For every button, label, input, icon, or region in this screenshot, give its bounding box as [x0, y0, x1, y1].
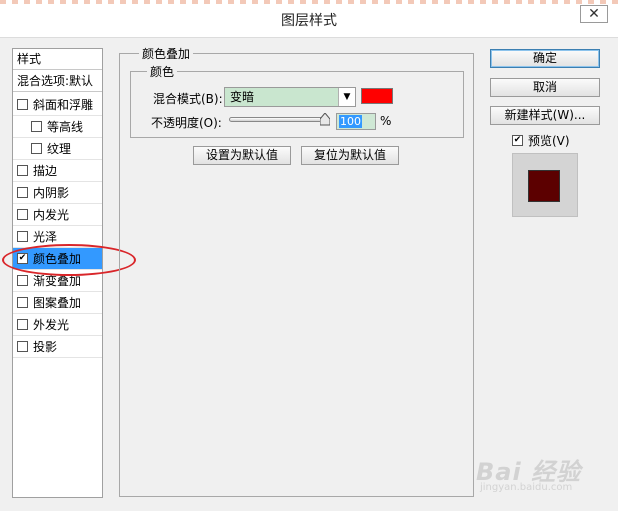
style-item-label: 光泽 — [33, 230, 58, 244]
overlay-color-swatch[interactable] — [361, 88, 393, 104]
style-item[interactable]: 内阴影 — [13, 182, 102, 204]
style-item[interactable]: 渐变叠加 — [13, 270, 102, 292]
style-item[interactable]: 外发光 — [13, 314, 102, 336]
opacity-slider[interactable] — [229, 117, 330, 122]
opacity-unit: % — [380, 114, 392, 128]
color-overlay-title: 颜色叠加 — [139, 45, 194, 62]
slider-thumb-icon[interactable] — [319, 112, 331, 126]
checkbox-icon[interactable]: ✔ — [17, 253, 28, 264]
checkbox-icon[interactable] — [17, 231, 28, 242]
style-item-label: 斜面和浮雕 — [33, 98, 94, 112]
checkbox-icon[interactable] — [17, 187, 28, 198]
close-button[interactable]: ✕ — [580, 5, 608, 23]
style-item[interactable]: ✔ 颜色叠加 — [13, 248, 102, 270]
baidu-watermark-logo: Bai 经验 jingyan.baidu.com — [476, 458, 582, 493]
cancel-button[interactable]: 取消 — [490, 78, 600, 97]
checkbox-icon[interactable] — [17, 209, 28, 220]
style-list: 样式 混合选项:默认斜面和浮雕等高线纹理描边内阴影内发光光泽 ✔ 颜色叠加渐变叠加图案… — [12, 48, 103, 498]
ok-button[interactable]: 确定 — [490, 49, 600, 68]
style-item[interactable]: 等高线 — [13, 116, 102, 138]
window-title: 图层样式 — [281, 13, 337, 29]
checkbox-icon[interactable] — [17, 165, 28, 176]
opacity-value: 100 — [339, 115, 362, 128]
style-item-label: 投影 — [33, 340, 58, 354]
style-item-label: 渐变叠加 — [33, 274, 82, 288]
preview-label: 预览(V) — [528, 134, 570, 148]
background-strip — [0, 0, 618, 4]
checkbox-icon[interactable] — [31, 121, 42, 132]
preview-checkbox[interactable]: ✔ 预览(V) — [512, 132, 570, 149]
blend-mode-select[interactable]: 变暗 ▼ — [224, 87, 356, 107]
checkbox-icon[interactable] — [17, 341, 28, 352]
style-item-label: 描边 — [33, 164, 58, 178]
style-item-label: 内发光 — [33, 208, 70, 222]
new-style-button[interactable]: 新建样式(W)... — [490, 106, 600, 125]
checkbox-icon[interactable] — [31, 143, 42, 154]
style-item-label: 内阴影 — [33, 186, 70, 200]
style-item-label: 纹理 — [47, 142, 72, 156]
checkbox-icon[interactable] — [17, 319, 28, 330]
style-item[interactable]: 投影 — [13, 336, 102, 358]
blend-mode-label: 混合模式(B): — [153, 92, 223, 106]
style-item[interactable]: 图案叠加 — [13, 292, 102, 314]
style-list-header: 样式 — [13, 49, 102, 70]
style-item-label: 颜色叠加 — [33, 252, 82, 266]
style-item-label: 外发光 — [33, 318, 70, 332]
checkbox-icon[interactable] — [17, 99, 28, 110]
style-item[interactable]: 描边 — [13, 160, 102, 182]
style-item[interactable]: 纹理 — [13, 138, 102, 160]
blend-mode-value: 变暗 — [230, 90, 255, 104]
style-item-label: 等高线 — [47, 120, 84, 134]
checkbox-icon[interactable] — [17, 275, 28, 286]
blend-options-item[interactable]: 混合选项:默认 — [13, 71, 102, 92]
style-item-label: 图案叠加 — [33, 296, 82, 310]
preview-swatch — [528, 170, 560, 202]
reset-default-button[interactable]: 复位为默认值 — [301, 146, 399, 165]
style-item[interactable]: 内发光 — [13, 204, 102, 226]
checkbox-icon[interactable] — [17, 297, 28, 308]
opacity-input[interactable]: 100 — [336, 113, 376, 130]
opacity-label: 不透明度(O): — [151, 116, 222, 130]
color-group-title: 颜色 — [147, 63, 178, 80]
style-item[interactable]: 斜面和浮雕 — [13, 94, 102, 116]
checkbox-icon: ✔ — [512, 135, 523, 146]
style-item[interactable]: 光泽 — [13, 226, 102, 248]
chevron-down-icon: ▼ — [338, 88, 355, 106]
set-default-button[interactable]: 设置为默认值 — [193, 146, 291, 165]
